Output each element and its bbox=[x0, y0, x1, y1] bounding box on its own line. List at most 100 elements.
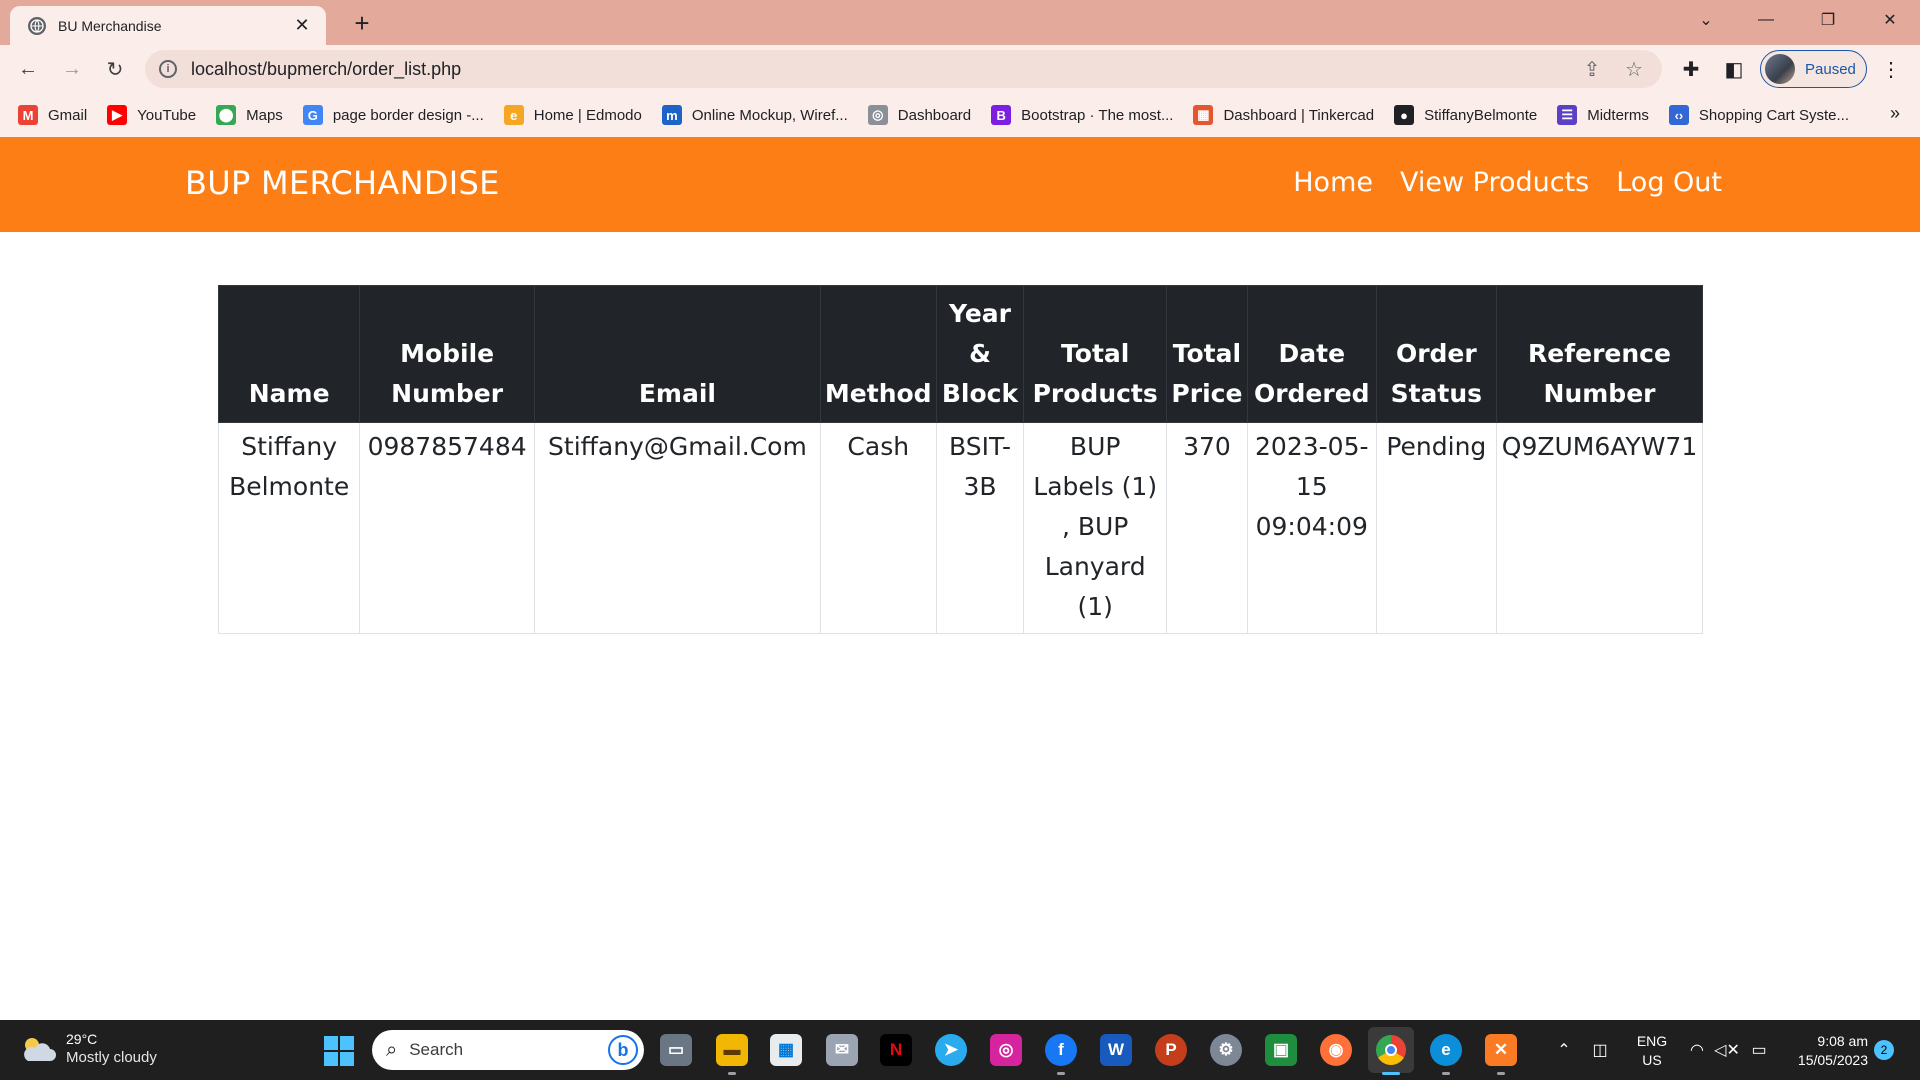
settings-gear-icon[interactable]: ⚙ bbox=[1210, 1034, 1242, 1066]
bookmark-item[interactable]: M Gmail bbox=[18, 100, 87, 130]
running-indicator bbox=[1497, 1072, 1505, 1075]
reload-button[interactable]: ↻ bbox=[101, 55, 129, 83]
column-header-total-price: Total Price bbox=[1165, 285, 1248, 423]
bookmarks-bar: M Gmail ▶ YouTube ⬤ Maps Gpage border design -… bbox=[0, 93, 1920, 137]
volume-muted-icon[interactable]: ◁✕ bbox=[1714, 1020, 1740, 1080]
cell-method: Cash bbox=[819, 422, 937, 634]
taskbar-search[interactable]: ⌕ Search b bbox=[372, 1030, 644, 1070]
bookmark-item[interactable]: ☰ Midterms bbox=[1557, 100, 1649, 130]
cell-mobile: 0987857484 bbox=[359, 422, 535, 634]
column-header-email: Email bbox=[533, 285, 821, 423]
cell-name: Stiffany Belmonte bbox=[217, 422, 361, 634]
notification-badge[interactable]: 2 bbox=[1874, 1040, 1894, 1060]
column-header-order-status: Order Status bbox=[1375, 285, 1498, 423]
bookmark-label: Dashboard bbox=[897, 106, 972, 124]
cell-order-status: Pending bbox=[1375, 422, 1498, 634]
firefox-icon[interactable]: ◉ bbox=[1320, 1034, 1352, 1066]
language-indicator[interactable]: ENG US bbox=[1632, 1032, 1672, 1070]
clock-time: 9:08 am bbox=[1817, 1033, 1868, 1049]
clock-date: 15/05/2023 bbox=[1797, 1052, 1868, 1068]
bookmark-label: Gmail bbox=[48, 106, 88, 124]
bookmark-item[interactable]: ▦ Dashboard | Tinkercad bbox=[1193, 100, 1374, 130]
tab-search-icon[interactable]: ⌄ bbox=[1678, 0, 1734, 40]
xampp-icon[interactable]: ✕ bbox=[1485, 1034, 1517, 1066]
site-info-icon[interactable]: i bbox=[159, 60, 177, 78]
restore-button[interactable]: ❐ bbox=[1800, 0, 1856, 40]
extensions-icon[interactable]: ✚ bbox=[1677, 55, 1705, 83]
menu-icon[interactable]: ⋮ bbox=[1877, 55, 1905, 83]
bookmark-label: Dashboard | Tinkercad bbox=[1223, 106, 1375, 124]
word-icon[interactable]: W bbox=[1100, 1034, 1132, 1066]
language-code: ENG bbox=[1636, 1033, 1668, 1049]
bookmark-item[interactable]: B Bootstrap · The most... bbox=[991, 100, 1173, 130]
bookmark-item[interactable]: ● StiffanyBelmonte bbox=[1394, 100, 1537, 130]
forward-button[interactable]: → bbox=[58, 55, 86, 83]
column-header-year-block: Year & Block bbox=[935, 285, 1025, 423]
bookmark-item[interactable]: m Online Mockup, Wiref... bbox=[661, 100, 848, 130]
facebook-icon[interactable]: f bbox=[1045, 1034, 1077, 1066]
weather-widget[interactable]: 29°C Mostly cloudy bbox=[20, 1030, 157, 1068]
github-icon: ● bbox=[1394, 105, 1415, 125]
system-clock[interactable]: 9:08 am 15/05/2023 bbox=[1784, 1032, 1868, 1070]
bookmark-item[interactable]: ⬤ Maps bbox=[216, 100, 283, 130]
bing-icon[interactable]: b bbox=[608, 1035, 638, 1065]
task-view-icon[interactable]: ▭ bbox=[660, 1034, 692, 1066]
google-icon: G bbox=[302, 105, 323, 125]
taskbar: 29°C Mostly cloudy ⌕ Search b ▭ ▬ ▦ ✉ N … bbox=[0, 1020, 1920, 1080]
windows-start-icon[interactable] bbox=[324, 1036, 354, 1066]
netflix-icon[interactable]: N bbox=[880, 1034, 912, 1066]
search-icon: ⌕ bbox=[386, 1038, 398, 1061]
nav-link-home[interactable]: Home bbox=[1293, 167, 1373, 198]
column-header-date-ordered: Date Ordered bbox=[1246, 285, 1377, 423]
avatar bbox=[1765, 54, 1795, 84]
site-nav-links: Home View Products Log Out bbox=[1266, 167, 1722, 198]
cloud-icon bbox=[20, 1035, 56, 1063]
running-indicator bbox=[1382, 1072, 1400, 1075]
bookmark-star-icon[interactable]: ☆ bbox=[1620, 55, 1648, 83]
tinkercad-icon: ▦ bbox=[1193, 105, 1214, 125]
more-bookmarks-icon[interactable]: » bbox=[1890, 103, 1900, 124]
battery-icon[interactable]: ▭ bbox=[1746, 1020, 1772, 1080]
address-bar[interactable]: i localhost/bupmerch/order_list.php ⇪ ☆ bbox=[145, 50, 1662, 88]
nav-link-log-out[interactable]: Log Out bbox=[1616, 167, 1722, 198]
file-explorer-icon[interactable]: ▬ bbox=[716, 1034, 748, 1066]
browser-tab[interactable]: BU Merchandise ✕ bbox=[10, 6, 326, 45]
nav-link-view-products[interactable]: View Products bbox=[1400, 167, 1589, 198]
bookmark-item[interactable]: ◎ Dashboard bbox=[867, 100, 972, 130]
share-icon[interactable]: ⇪ bbox=[1578, 55, 1606, 83]
side-panel-icon[interactable]: ◧ bbox=[1720, 55, 1748, 83]
code-icon: ‹› bbox=[1668, 105, 1689, 125]
store-icon[interactable]: ▦ bbox=[770, 1034, 802, 1066]
bookmark-item[interactable]: Gpage border design -... bbox=[302, 100, 484, 130]
bookmark-item[interactable]: ‹› Shopping Cart Syste... bbox=[1668, 100, 1849, 130]
bookmark-item[interactable]: e Home | Edmodo bbox=[503, 100, 642, 130]
bookmark-item[interactable]: ▶ YouTube bbox=[107, 100, 196, 130]
close-window-button[interactable]: ✕ bbox=[1862, 0, 1918, 40]
chevron-up-icon[interactable]: ⌃ bbox=[1552, 1020, 1576, 1080]
profile-button[interactable]: Paused bbox=[1760, 50, 1867, 88]
cell-year-block: BSIT-3B bbox=[935, 422, 1025, 634]
powerpoint-icon[interactable]: P bbox=[1155, 1034, 1187, 1066]
site-brand[interactable]: BUP MERCHANDISE bbox=[185, 164, 500, 202]
wifi-icon[interactable]: ◠ bbox=[1684, 1020, 1710, 1080]
instagram-icon[interactable]: ◎ bbox=[990, 1034, 1022, 1066]
meet-now-icon[interactable]: ◫ bbox=[1588, 1020, 1612, 1080]
url-text[interactable]: localhost/bupmerch/order_list.php bbox=[191, 59, 1578, 80]
cell-email: Stiffany@Gmail.Com bbox=[533, 422, 821, 634]
telegram-icon[interactable]: ➤ bbox=[935, 1034, 967, 1066]
order-list: Name Mobile Number Email Method Year & B… bbox=[217, 285, 1703, 634]
weather-condition: Mostly cloudy bbox=[66, 1049, 157, 1066]
classroom-icon[interactable]: ▣ bbox=[1265, 1034, 1297, 1066]
minimize-button[interactable]: — bbox=[1738, 0, 1794, 40]
column-header-method: Method bbox=[819, 285, 937, 423]
close-tab-icon[interactable]: ✕ bbox=[292, 15, 312, 36]
back-button[interactable]: ← bbox=[14, 55, 42, 83]
edge-icon[interactable]: e bbox=[1430, 1034, 1462, 1066]
midterms-icon: ☰ bbox=[1557, 105, 1578, 125]
bookmark-label: Online Mockup, Wiref... bbox=[691, 106, 848, 124]
browser-toolbar: ← → ↻ i localhost/bupmerch/order_list.ph… bbox=[0, 45, 1920, 93]
chrome-icon[interactable] bbox=[1368, 1027, 1414, 1073]
new-tab-button[interactable]: + bbox=[348, 8, 376, 39]
site-navbar: BUP MERCHANDISE Home View Products Log O… bbox=[0, 137, 1920, 232]
mail-icon[interactable]: ✉ bbox=[826, 1034, 858, 1066]
